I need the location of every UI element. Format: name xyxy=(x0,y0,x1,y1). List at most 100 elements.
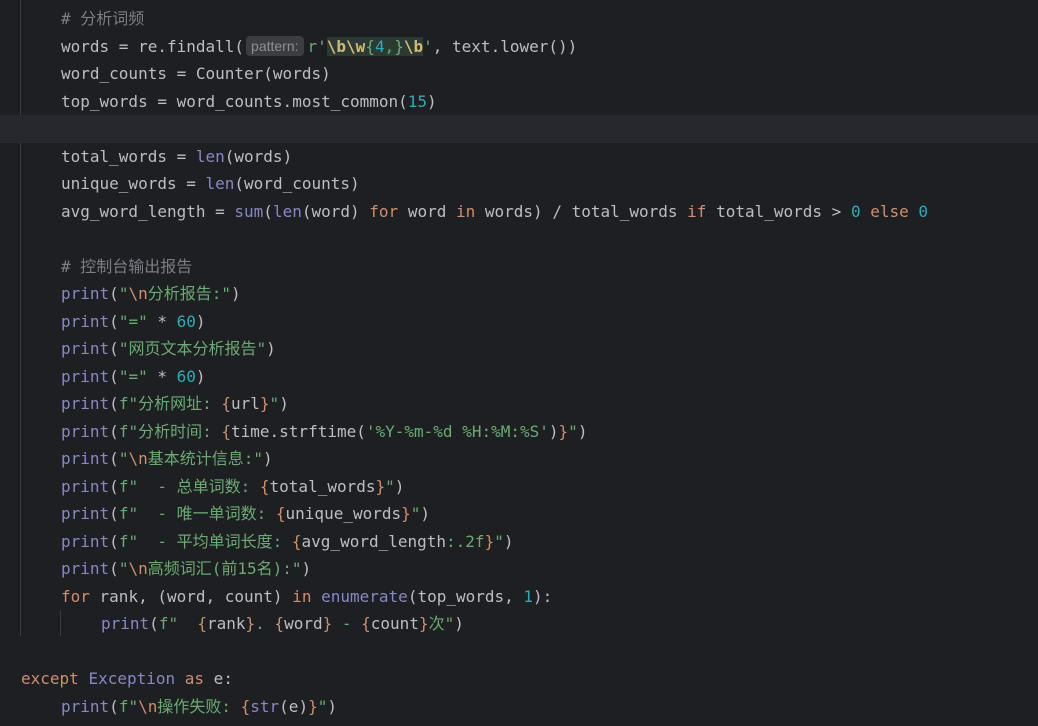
code-token-plain: ( xyxy=(109,449,119,468)
code-token-string: "网页文本分析报告" xyxy=(118,339,267,358)
code-token-comment: # 分析词频 xyxy=(61,9,145,28)
code-token-number: 15 xyxy=(407,91,428,111)
code-token-brace: } xyxy=(245,614,256,633)
code-line[interactable]: print(f" {rank}. {word} - {count}次") xyxy=(0,610,1038,638)
code-line[interactable]: print(f"\n操作失败: {str(e)}") xyxy=(0,693,1038,721)
code-token-plain: ( xyxy=(263,201,273,221)
code-token-brace: } xyxy=(308,696,318,716)
code-token-string: f" - 平均单词长度: xyxy=(118,531,292,551)
code-token-brace: { xyxy=(259,476,270,496)
code-line-content: top_words = word_counts.most_common(15) xyxy=(61,88,437,116)
code-line[interactable]: avg_word_length = sum(len(word) for word… xyxy=(0,198,1038,226)
code-token-keyword: if xyxy=(687,201,707,221)
code-token-string: f" - 总单词数: xyxy=(118,476,260,496)
code-token-keyword: for xyxy=(61,586,90,606)
code-line[interactable]: print("\n分析报告:") xyxy=(0,280,1038,308)
code-token-plain: ) xyxy=(577,421,588,441)
code-token-builtin: print xyxy=(61,504,110,523)
code-token-plain: ) xyxy=(503,531,514,551)
code-token-plain: total_words > xyxy=(706,201,851,221)
code-token-string: f"分析时间: xyxy=(118,421,222,441)
code-token-plain: ) xyxy=(231,284,241,303)
code-token-plain: ) xyxy=(195,311,206,331)
code-line[interactable]: print("=" * 60) xyxy=(0,363,1038,391)
code-token-string: f" - 唯一单词数: xyxy=(118,504,276,523)
code-token-string: " xyxy=(269,394,280,413)
code-line[interactable]: print(f" - 总单词数: {total_words}") xyxy=(0,473,1038,501)
code-line-content: print(f"分析时间: {time.strftime('%Y-%m-%d %… xyxy=(61,418,587,446)
code-token-plain: ( xyxy=(109,504,119,523)
code-editor[interactable]: # 分析词频 words = re.findall(pattern: r'\b\w{… xyxy=(0,0,1038,726)
code-token-builtin: print xyxy=(101,614,150,633)
code-token-plain: ) xyxy=(263,449,273,468)
code-line[interactable]: print(f"分析时间: {time.strftime('%Y-%m-%d %… xyxy=(0,418,1038,446)
current-line[interactable] xyxy=(0,115,1038,143)
code-token-brace: } xyxy=(401,504,411,523)
code-token-plain: total_words xyxy=(269,476,376,496)
code-line-content: words = re.findall(pattern: r'\b\w{4,}\b'… xyxy=(61,33,577,61)
code-line[interactable]: print("=" * 60) xyxy=(0,308,1038,336)
code-line[interactable]: print(f"分析网址: {url}") xyxy=(0,390,1038,418)
code-line[interactable]: except Exception as e: xyxy=(0,665,1038,693)
code-token-number: 1 xyxy=(523,586,534,606)
code-line[interactable]: words = re.findall(pattern: r'\b\w{4,}\b'… xyxy=(0,33,1038,61)
code-token-regexesc: \b xyxy=(403,36,424,56)
code-line[interactable]: print("\n高频词汇(前15名):") xyxy=(0,555,1038,583)
code-line-content: except Exception as e: xyxy=(21,665,233,693)
code-token-string: - xyxy=(332,614,362,633)
code-line-content: word_counts = Counter(words) xyxy=(61,60,331,88)
code-line[interactable]: # 分析词频 xyxy=(0,5,1038,33)
code-token-plain: * xyxy=(147,366,177,386)
code-token-builtin: print xyxy=(61,421,110,441)
code-line[interactable] xyxy=(0,225,1038,253)
code-token-plain: words) / total_words xyxy=(475,201,688,221)
code-token-keyword: as xyxy=(184,669,205,688)
code-line-content: # 控制台输出报告 xyxy=(61,253,192,281)
code-line-content: print("=" * 60) xyxy=(61,308,206,336)
code-token-brace: { xyxy=(221,421,231,441)
code-token-string: 操作失败: xyxy=(157,696,241,716)
code-token-brace: } xyxy=(558,421,569,441)
code-token-regexnum: 4 xyxy=(374,36,385,56)
code-line[interactable]: unique_words = len(word_counts) xyxy=(0,170,1038,198)
code-token-string: "=" xyxy=(118,311,148,331)
code-token-string: " xyxy=(494,531,504,551)
code-line[interactable]: print(f" - 平均单词长度: {avg_word_length:.2f}… xyxy=(0,528,1038,556)
code-line-content: print(f" - 平均单词长度: {avg_word_length:.2f}… xyxy=(61,528,513,556)
code-line[interactable]: print(f" - 唯一单词数: {unique_words}") xyxy=(0,500,1038,528)
code-token-builtin: print xyxy=(61,696,110,716)
code-token-plain: rank, (word, count) xyxy=(89,586,293,606)
code-line[interactable]: top_words = word_counts.most_common(15) xyxy=(0,88,1038,116)
code-line[interactable]: word_counts = Counter(words) xyxy=(0,60,1038,88)
code-token-plain: time.strftime( xyxy=(231,421,366,441)
code-line[interactable]: for rank, (word, count) in enumerate(top… xyxy=(0,583,1038,611)
code-token-string: " xyxy=(385,476,395,496)
code-token-plain: ) xyxy=(195,366,206,386)
code-token-string: '%Y-%m-%d %H:%M:%S' xyxy=(365,421,549,441)
code-line-content: total_words = len(words) xyxy=(61,143,292,171)
code-token-plain: ) xyxy=(454,614,464,633)
code-token-plain: ) xyxy=(548,421,559,441)
code-line[interactable] xyxy=(0,638,1038,666)
code-token-string: 基本统计信息:" xyxy=(147,449,263,468)
code-token-string: 高频词汇(前15名):" xyxy=(147,559,302,578)
code-line[interactable]: # 控制台输出报告 xyxy=(0,253,1038,281)
code-token-plain: word xyxy=(398,201,456,221)
code-line-content: avg_word_length = sum(len(word) for word… xyxy=(61,198,928,226)
code-token-plain: avg_word_length = xyxy=(61,201,235,221)
code-token-plain: count xyxy=(370,614,419,633)
code-token-plain: ( xyxy=(109,696,119,716)
code-line[interactable]: print("网页文本分析报告") xyxy=(0,335,1038,363)
code-line-content: print("=" * 60) xyxy=(61,363,206,391)
code-line-content: print("网页文本分析报告") xyxy=(61,335,276,363)
code-token-regexesc: \b\w xyxy=(326,36,366,56)
code-token-plain: unique_words = xyxy=(61,174,206,193)
code-line[interactable]: total_words = len(words) xyxy=(0,143,1038,171)
code-token-keyword: else xyxy=(870,201,909,221)
code-token-plain: ( xyxy=(109,531,119,551)
code-line[interactable]: print("\n基本统计信息:") xyxy=(0,445,1038,473)
code-token-plain: avg_word_length xyxy=(301,531,447,551)
